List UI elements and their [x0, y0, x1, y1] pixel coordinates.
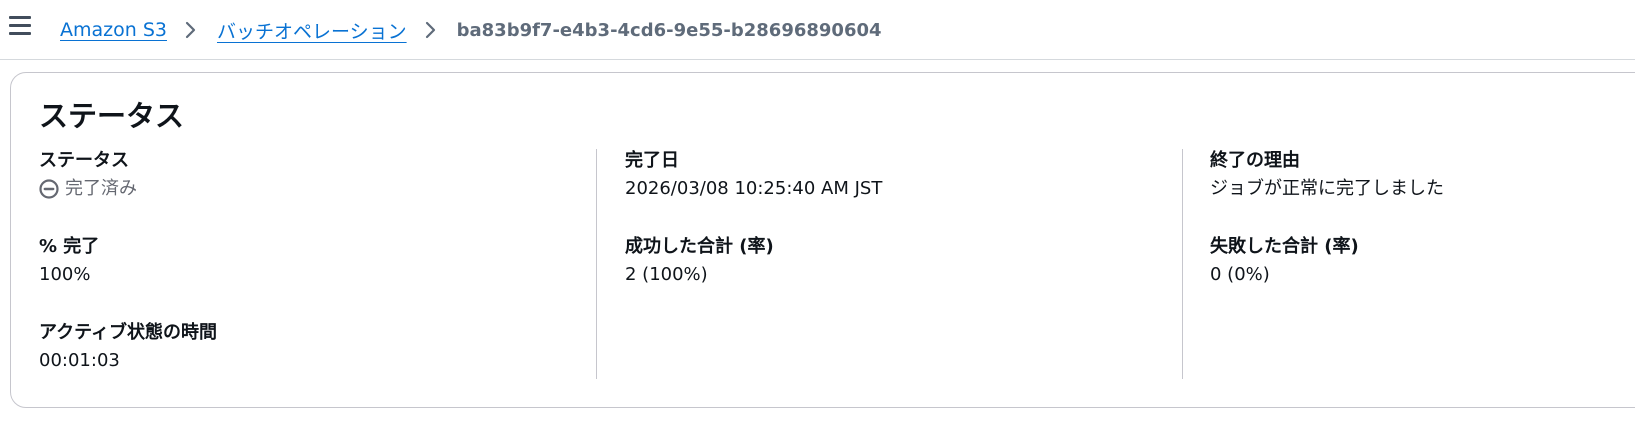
field-label: 失敗した合計 (率) — [1210, 236, 1359, 257]
field-label: アクティブ状態の時間 — [39, 322, 218, 343]
termination-reason-field: 終了の理由 ジョブが正常に完了しました — [1210, 149, 1444, 201]
failed-total-field: 失敗した合計 (率) 0 (0%) — [1210, 235, 1359, 287]
field-label: 成功した合計 (率) — [625, 236, 774, 257]
breadcrumb: Amazon S3 バッチオペレーション ba83b9f7-e4b3-4cd6-… — [60, 16, 882, 44]
status-field: ステータス 完了済み — [39, 149, 137, 201]
field-value: 0 (0%) — [1210, 264, 1270, 285]
chevron-right-icon — [425, 21, 435, 39]
field-value: ジョブが正常に完了しました — [1210, 178, 1444, 199]
percent-complete-field: % 完了 100% — [39, 235, 99, 287]
breadcrumb-link-amazon-s3[interactable]: Amazon S3 — [60, 19, 167, 41]
field-value: 00:01:03 — [39, 350, 120, 371]
active-time-field: アクティブ状態の時間 00:01:03 — [39, 321, 217, 373]
panel-title: ステータス — [39, 99, 185, 133]
field-label: % 完了 — [39, 236, 100, 257]
chevron-right-icon — [185, 21, 196, 39]
field-label: ステータス — [39, 150, 129, 171]
status-panel: ステータス ステータス 完了済み % 完了 100% アクティブ状態の時間 00… — [10, 72, 1635, 408]
breadcrumb-current-job-id: ba83b9f7-e4b3-4cd6-9e55-b28696890604 — [456, 19, 882, 41]
column-divider — [1182, 149, 1183, 379]
field-value: 100% — [39, 264, 91, 285]
stopped-status-icon — [39, 179, 59, 199]
top-navigation-bar: Amazon S3 バッチオペレーション ba83b9f7-e4b3-4cd6-… — [0, 0, 1635, 60]
completion-date-field: 完了日 2026/03/08 10:25:40 AM JST — [625, 149, 882, 201]
field-value: 2 (100%) — [625, 264, 708, 285]
field-label: 終了の理由 — [1210, 150, 1300, 171]
status-text: 完了済み — [65, 178, 137, 199]
status-value: 完了済み — [39, 177, 137, 201]
column-divider — [596, 149, 597, 379]
succeeded-total-field: 成功した合計 (率) 2 (100%) — [625, 235, 774, 287]
hamburger-menu-icon[interactable] — [9, 15, 31, 37]
field-value: 2026/03/08 10:25:40 AM JST — [625, 178, 883, 199]
breadcrumb-link-batch-operations[interactable]: バッチオペレーション — [217, 17, 407, 44]
field-label: 完了日 — [625, 150, 679, 171]
